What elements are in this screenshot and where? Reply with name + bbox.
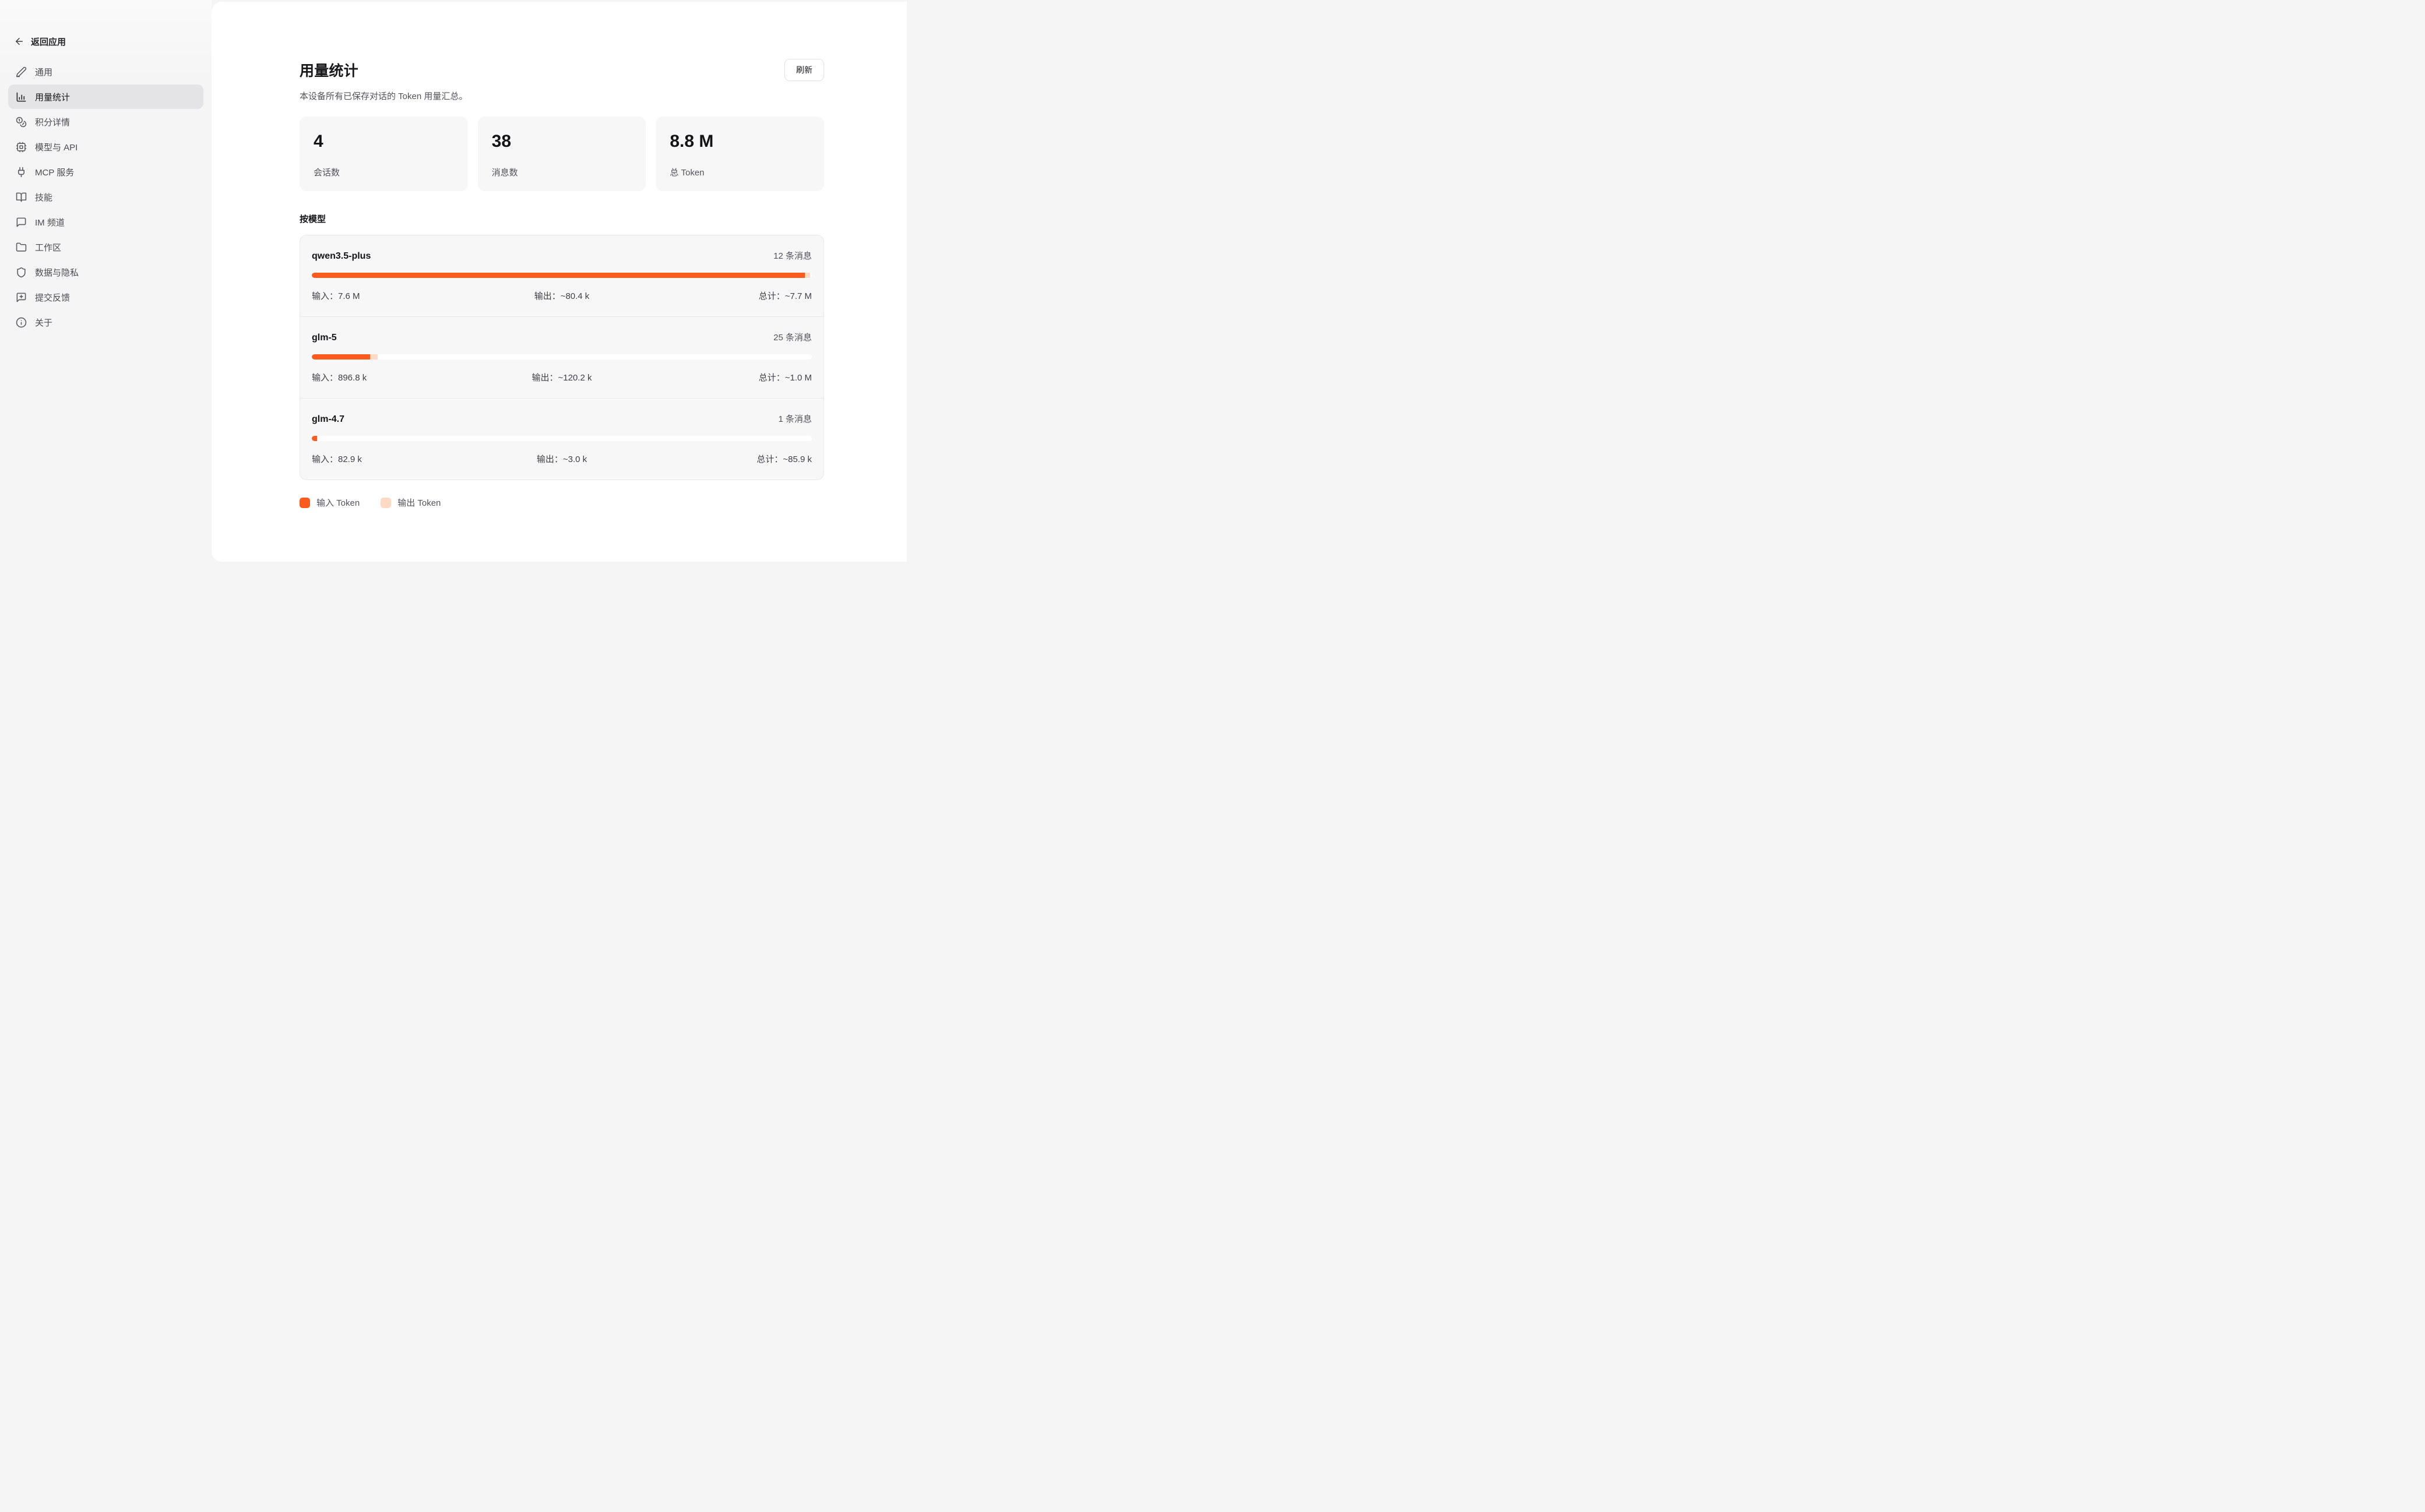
sidebar-item-label: 用量统计 bbox=[35, 91, 70, 103]
sidebar-item-about[interactable]: 关于 bbox=[8, 310, 203, 334]
sidebar-item-mcp[interactable]: MCP 服务 bbox=[8, 160, 203, 184]
sidebar-item-credits[interactable]: 积分详情 bbox=[8, 110, 203, 134]
plug-icon bbox=[16, 167, 27, 178]
input-token-swatch bbox=[300, 498, 310, 508]
model-input-tokens: 输入：82.9 k bbox=[312, 453, 478, 465]
messages-count: 38 bbox=[492, 132, 632, 151]
model-name: glm-4.7 bbox=[312, 414, 344, 425]
output-token-bar-segment bbox=[317, 436, 318, 441]
message-plus-icon bbox=[16, 292, 27, 303]
input-token-bar-segment bbox=[312, 273, 805, 278]
legend-output-token: 输出 Token bbox=[381, 496, 441, 509]
sidebar-item-label: 提交反馈 bbox=[35, 291, 70, 304]
messages-label: 消息数 bbox=[492, 166, 632, 178]
token-legend: 输入 Token 输出 Token bbox=[300, 496, 824, 509]
input-token-bar-segment bbox=[312, 354, 370, 360]
model-input-tokens: 输入：7.6 M bbox=[312, 290, 478, 302]
sessions-count: 4 bbox=[314, 132, 454, 151]
model-output-tokens: 输出：~120.2 k bbox=[478, 371, 645, 383]
sessions-label: 会话数 bbox=[314, 166, 454, 178]
input-token-bar-segment bbox=[312, 436, 317, 441]
model-total-tokens: 总计：~7.7 M bbox=[645, 290, 812, 302]
token-usage-bar bbox=[312, 354, 812, 360]
shield-icon bbox=[16, 267, 27, 278]
legend-input-token: 输入 Token bbox=[300, 496, 360, 509]
model-message-count: 1 条消息 bbox=[778, 413, 812, 425]
sidebar-item-label: 通用 bbox=[35, 66, 52, 78]
sidebar-item-label: 技能 bbox=[35, 191, 52, 203]
model-total-tokens: 总计：~1.0 M bbox=[645, 371, 812, 383]
model-name: qwen3.5-plus bbox=[312, 251, 371, 262]
sidebar-item-label: 数据与隐私 bbox=[35, 266, 79, 279]
sidebar-item-label: 模型与 API bbox=[35, 141, 78, 153]
pen-line-icon bbox=[16, 66, 27, 77]
stat-card-sessions: 4 会话数 bbox=[300, 117, 468, 191]
sidebar-item-skills[interactable]: 技能 bbox=[8, 185, 203, 209]
settings-sidebar: 返回应用 通用 用量统计 积分详情 模型与 API MCP 服务 技能 IM 频… bbox=[0, 0, 212, 566]
refresh-button[interactable]: 刷新 bbox=[784, 59, 824, 81]
output-token-bar-segment bbox=[805, 273, 810, 278]
stat-card-total-tokens: 8.8 M 总 Token bbox=[656, 117, 824, 191]
sidebar-item-feedback[interactable]: 提交反馈 bbox=[8, 285, 203, 309]
sidebar-item-label: 关于 bbox=[35, 316, 52, 329]
coins-icon bbox=[16, 117, 27, 128]
total-tokens-count: 8.8 M bbox=[670, 132, 810, 151]
sidebar-item-privacy[interactable]: 数据与隐私 bbox=[8, 260, 203, 284]
summary-stats: 4 会话数 38 消息数 8.8 M 总 Token bbox=[300, 117, 824, 191]
model-total-tokens: 总计：~85.9 k bbox=[645, 453, 812, 465]
sidebar-item-im-channels[interactable]: IM 频道 bbox=[8, 210, 203, 234]
page-title: 用量统计 bbox=[300, 59, 358, 80]
model-message-count: 25 条消息 bbox=[773, 331, 812, 343]
sidebar-item-label: 积分详情 bbox=[35, 116, 70, 128]
folder-icon bbox=[16, 242, 27, 253]
sidebar-item-usage-stats[interactable]: 用量统计 bbox=[8, 84, 203, 109]
model-row-glm-4-7: glm-4.7 1 条消息 输入：82.9 k 输出：~3.0 k 总计：~85… bbox=[300, 398, 823, 480]
model-row-glm-5: glm-5 25 条消息 输入：896.8 k 输出：~120.2 k 总计：~… bbox=[300, 316, 823, 398]
info-icon bbox=[16, 317, 27, 328]
legend-input-label: 输入 Token bbox=[316, 496, 360, 509]
book-open-icon bbox=[16, 192, 27, 203]
chat-bubble-icon bbox=[16, 217, 27, 228]
back-to-app-button[interactable]: 返回应用 bbox=[8, 34, 203, 49]
arrow-left-icon bbox=[14, 36, 24, 47]
sidebar-item-label: IM 频道 bbox=[35, 216, 65, 228]
output-token-swatch bbox=[381, 498, 391, 508]
sidebar-item-label: MCP 服务 bbox=[35, 166, 74, 178]
token-usage-bar bbox=[312, 436, 812, 441]
sidebar-item-models-api[interactable]: 模型与 API bbox=[8, 135, 203, 159]
cpu-icon bbox=[16, 142, 27, 153]
legend-output-label: 输出 Token bbox=[397, 496, 441, 509]
output-token-bar-segment bbox=[370, 354, 378, 360]
bar-chart-icon bbox=[16, 91, 27, 103]
main-panel: 用量统计 刷新 本设备所有已保存对话的 Token 用量汇总。 4 会话数 38… bbox=[212, 2, 907, 562]
model-output-tokens: 输出：~3.0 k bbox=[478, 453, 645, 465]
model-output-tokens: 输出：~80.4 k bbox=[478, 290, 645, 302]
stat-card-messages: 38 消息数 bbox=[478, 117, 646, 191]
model-name: glm-5 bbox=[312, 333, 337, 343]
sidebar-item-general[interactable]: 通用 bbox=[8, 59, 203, 84]
sidebar-item-workspace[interactable]: 工作区 bbox=[8, 235, 203, 259]
back-to-app-label: 返回应用 bbox=[31, 36, 66, 48]
sidebar-item-label: 工作区 bbox=[35, 241, 61, 253]
model-input-tokens: 输入：896.8 k bbox=[312, 371, 478, 383]
model-row-qwen3-5-plus: qwen3.5-plus 12 条消息 输入：7.6 M 输出：~80.4 k … bbox=[300, 235, 823, 316]
token-usage-bar bbox=[312, 273, 812, 278]
page-subtitle: 本设备所有已保存对话的 Token 用量汇总。 bbox=[300, 90, 824, 102]
model-message-count: 12 条消息 bbox=[773, 249, 812, 262]
by-model-heading: 按模型 bbox=[300, 213, 824, 225]
total-tokens-label: 总 Token bbox=[670, 166, 810, 178]
models-usage-card: qwen3.5-plus 12 条消息 输入：7.6 M 输出：~80.4 k … bbox=[300, 235, 824, 480]
